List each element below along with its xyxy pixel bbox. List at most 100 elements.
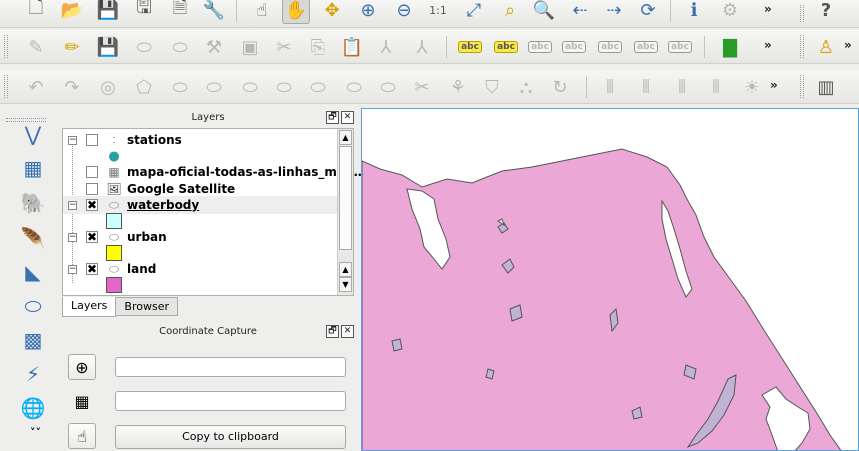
- visibility-checkbox-google-satellite[interactable]: [86, 183, 98, 195]
- simplify-feature-icon[interactable]: ⬠: [130, 73, 158, 101]
- toggle-editing-icon[interactable]: ✏: [58, 33, 86, 61]
- layer-name[interactable]: Google Satellite: [127, 182, 235, 196]
- split-parts-icon[interactable]: ⚘: [444, 73, 472, 101]
- save-layer-edits-icon[interactable]: 💾: [94, 33, 122, 61]
- close-dock-icon[interactable]: ✕: [341, 111, 354, 124]
- run-feature-action-icon[interactable]: ⚙: [716, 0, 744, 24]
- add-raster-layer-icon[interactable]: ▦: [18, 153, 48, 183]
- show-pinned-labels-icon[interactable]: abc: [526, 33, 554, 61]
- zoom-full-icon[interactable]: ⤢: [460, 0, 488, 24]
- toolbar-grip[interactable]: [800, 5, 804, 22]
- layer-row-waterbody[interactable]: − ✖ ⬭ waterbody: [63, 196, 339, 214]
- add-feature-icon[interactable]: ⬭: [130, 33, 158, 61]
- layer-name[interactable]: stations: [127, 133, 182, 147]
- pan-map-icon[interactable]: ✋: [282, 0, 310, 24]
- rotate-label-icon[interactable]: abc: [632, 33, 660, 61]
- plugin-green-icon[interactable]: ▇: [716, 33, 744, 61]
- coordinate-field-2[interactable]: [115, 391, 346, 411]
- vertical-toolbar-overflow-button[interactable]: ˅˅: [30, 426, 41, 439]
- open-project-icon[interactable]: 📂: [58, 0, 86, 24]
- add-vector-layer-icon[interactable]: ⋁: [18, 119, 48, 149]
- undo-icon[interactable]: ↶: [22, 73, 50, 101]
- add-wcs-layer-icon[interactable]: ⚡: [18, 359, 48, 389]
- vertex-tool-1-icon[interactable]: ⫴: [596, 73, 624, 101]
- zoom-out-icon[interactable]: ⊖: [390, 0, 418, 24]
- toolbar-overflow-button[interactable]: »: [764, 2, 772, 16]
- layer-row-urban[interactable]: − ✖ ⬭ urban: [63, 228, 339, 246]
- copy-to-clipboard-button[interactable]: Copy to clipboard: [115, 425, 346, 449]
- show-hide-labels-icon[interactable]: abc: [560, 33, 588, 61]
- plugin-person-icon[interactable]: ♙: [812, 33, 840, 61]
- zoom-to-layer-icon[interactable]: 🔍: [530, 0, 558, 24]
- layer-name[interactable]: land: [127, 262, 156, 276]
- layer-row-land[interactable]: − ✖ ⬭ land: [63, 260, 339, 278]
- add-wfs-layer-icon[interactable]: 🌐: [18, 393, 48, 423]
- composer-manager-icon[interactable]: 🔧: [200, 0, 228, 24]
- merge-selected-icon[interactable]: ⛉: [478, 73, 506, 101]
- collapse-stations-icon[interactable]: −: [68, 135, 77, 145]
- toolbar-grip[interactable]: [4, 35, 8, 58]
- change-label-icon[interactable]: abc: [666, 33, 694, 61]
- redo-icon[interactable]: ↷: [58, 73, 86, 101]
- new-project-icon[interactable]: 🗋: [22, 0, 50, 24]
- layer-name[interactable]: waterbody: [127, 198, 199, 212]
- layers-vertical-scrollbar[interactable]: ▲ ▲ ▼: [337, 129, 353, 295]
- current-edits-icon[interactable]: ✎: [22, 33, 50, 61]
- map-crs-button[interactable]: ⊕: [68, 354, 96, 380]
- new-print-composer-icon[interactable]: 🗎: [166, 0, 194, 24]
- node-tool-icon[interactable]: ⚒: [200, 33, 228, 61]
- offset-curve-icon[interactable]: ⬭: [374, 73, 402, 101]
- vertex-tool-3-icon[interactable]: ⫴: [668, 73, 696, 101]
- undo-edit-icon[interactable]: ⅄: [372, 33, 400, 61]
- map-canvas[interactable]: [361, 108, 859, 451]
- collapse-land-icon[interactable]: −: [68, 264, 77, 274]
- collapse-waterbody-icon[interactable]: −: [68, 200, 77, 210]
- float-dock-icon[interactable]: 🗗: [326, 325, 339, 338]
- toolbar-overflow-button[interactable]: »: [770, 78, 778, 92]
- save-project-icon[interactable]: 💾: [94, 0, 122, 24]
- vertex-tool-5-icon[interactable]: ☀: [738, 73, 766, 101]
- layers-tree[interactable]: − ⁚ stations ● ▦ mapa-oficial-todas-as-l…: [62, 128, 366, 296]
- add-wms-layer-icon[interactable]: ▩: [18, 325, 48, 355]
- toolbar-grip[interactable]: [800, 35, 804, 58]
- layer-name[interactable]: mapa-oficial-todas-as-linhas_mod…: [127, 165, 366, 179]
- close-dock-icon[interactable]: ✕: [341, 325, 354, 338]
- visibility-checkbox-land[interactable]: ✖: [86, 263, 98, 275]
- tab-layers[interactable]: Layers: [62, 297, 117, 317]
- zoom-next-icon[interactable]: ⇢: [600, 0, 628, 24]
- zoom-to-selection-icon[interactable]: ⌕: [496, 0, 524, 24]
- add-spatialite-layer-icon[interactable]: 🪶: [18, 223, 48, 253]
- visibility-checkbox-mapa-oficial[interactable]: [86, 166, 98, 178]
- delete-selected-icon[interactable]: ▣: [236, 33, 264, 61]
- scroll-thumb[interactable]: [339, 146, 352, 250]
- save-as-icon[interactable]: 🖫: [130, 0, 158, 24]
- merge-attributes-icon[interactable]: ⛬: [512, 73, 540, 101]
- grid-crs-button[interactable]: ▦: [68, 388, 96, 414]
- toolbar-grip[interactable]: [800, 75, 804, 98]
- toolbar-grip[interactable]: [4, 75, 8, 98]
- start-capture-button[interactable]: ☝: [68, 423, 96, 449]
- paste-features-icon[interactable]: 📋: [338, 33, 366, 61]
- tab-browser[interactable]: Browser: [115, 297, 178, 316]
- redo-edit-icon[interactable]: ⅄: [408, 33, 436, 61]
- layer-row-stations[interactable]: − ⁚ stations: [63, 131, 339, 149]
- vertex-tool-4-icon[interactable]: ⫴: [702, 73, 730, 101]
- touch-zoom-pan-icon[interactable]: ☝: [248, 0, 276, 24]
- rotate-point-symbols-icon[interactable]: ↻: [546, 73, 574, 101]
- identify-features-icon[interactable]: ℹ: [680, 0, 708, 24]
- reshape-features-icon[interactable]: ⬭: [340, 73, 368, 101]
- scroll-up-icon[interactable]: ▲: [339, 130, 352, 145]
- coordinate-field-1[interactable]: [115, 357, 346, 377]
- vertex-tool-2-icon[interactable]: ⫴: [632, 73, 660, 101]
- float-dock-icon[interactable]: 🗗: [326, 111, 339, 124]
- add-ring-icon[interactable]: ⬭: [166, 73, 194, 101]
- fill-ring-icon[interactable]: ⬭: [236, 73, 264, 101]
- visibility-checkbox-waterbody[interactable]: ✖: [86, 199, 98, 211]
- zoom-last-icon[interactable]: ⇠: [566, 0, 594, 24]
- rotate-feature-icon[interactable]: ◎: [94, 73, 122, 101]
- visibility-checkbox-urban[interactable]: ✖: [86, 231, 98, 243]
- scroll-down-icon[interactable]: ▼: [339, 277, 352, 292]
- add-part-icon[interactable]: ⬭: [200, 73, 228, 101]
- plugin-chart-icon[interactable]: ▥: [812, 73, 840, 101]
- add-mssql-layer-icon[interactable]: ◣: [18, 257, 48, 287]
